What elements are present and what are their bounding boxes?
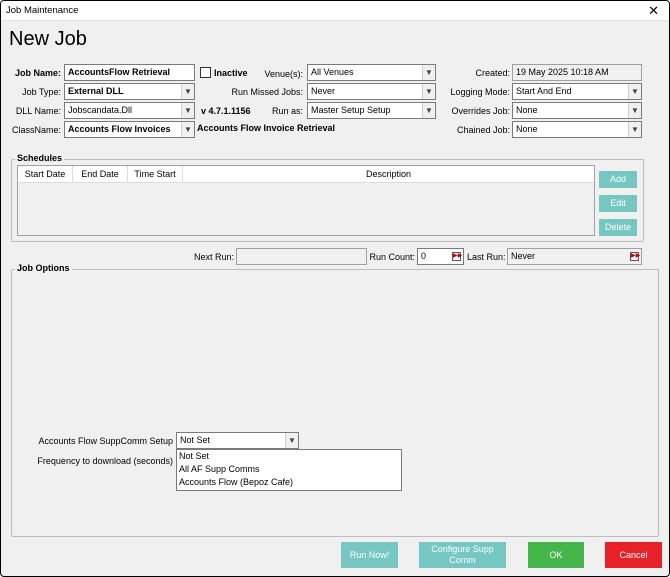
delete-schedule-button[interactable]: Delete [599, 219, 637, 236]
chained-job-value: None [516, 124, 538, 134]
suppcomm-setup-label: Accounts Flow SuppComm Setup [38, 436, 173, 446]
logging-mode-select[interactable]: Start And End ▼ [512, 83, 642, 100]
next-run-label: Next Run: [193, 252, 234, 262]
overrides-job-select[interactable]: None ▼ [512, 102, 642, 119]
chevron-down-icon[interactable]: ▼ [285, 433, 298, 448]
chevron-down-icon[interactable]: ▼ [181, 84, 194, 99]
class-name-select[interactable]: Accounts Flow Invoices ▼ [64, 121, 195, 138]
run-count-label: Run Count: [369, 252, 415, 262]
next-run-value [236, 248, 367, 265]
dll-name-label: DLL Name: [15, 106, 61, 116]
job-options-group [11, 269, 659, 537]
chevron-down-icon[interactable]: ▼ [628, 122, 641, 137]
run-missed-jobs-select[interactable]: Never ▼ [307, 83, 436, 100]
run-as-select[interactable]: Master Setup Setup ▼ [307, 102, 436, 119]
window-title: Job Maintenance [6, 5, 79, 16]
configure-supp-comm-button[interactable]: Configure Supp Comm [419, 542, 506, 568]
last-run-value: Never [511, 251, 536, 261]
run-count-input[interactable]: 0 ▶▶ [417, 248, 464, 265]
page-title: New Job [9, 28, 87, 50]
dll-name-select[interactable]: Jobscandata.Dll ▼ [64, 102, 195, 119]
job-maintenance-window: Job Maintenance ✕ New Job Job Name: Acco… [0, 0, 670, 577]
chevron-down-icon[interactable]: ▼ [422, 84, 435, 99]
job-options-title: Job Options [15, 263, 72, 273]
chevron-down-icon[interactable]: ▼ [181, 103, 194, 118]
column-header-description[interactable]: Description [183, 166, 594, 183]
logging-mode-label: Logging Mode: [450, 87, 510, 97]
chevron-down-icon[interactable]: ▼ [422, 103, 435, 118]
run-as-label: Run as: [271, 106, 303, 116]
inactive-label: Inactive [214, 68, 248, 78]
last-run-label: Last Run: [467, 252, 506, 262]
job-type-select[interactable]: External DLL ▼ [64, 83, 195, 100]
job-type-value: External DLL [68, 86, 124, 96]
column-header-start-date[interactable]: Start Date [18, 166, 73, 183]
cancel-button[interactable]: Cancel [605, 542, 662, 568]
add-schedule-button[interactable]: Add [599, 171, 637, 188]
version-label: v 4.7.1.1156 [201, 106, 251, 116]
run-count-value: 0 [421, 251, 427, 261]
class-description: Accounts Flow Invoice Retrieval [197, 123, 336, 133]
suppcomm-setup-select[interactable]: Not Set ▼ [176, 432, 299, 449]
chevron-down-icon[interactable]: ▼ [181, 122, 194, 137]
frequency-label: Frequency to download (seconds) [37, 456, 173, 466]
dropdown-option-not-set[interactable]: Not Set [177, 450, 401, 463]
close-icon[interactable]: ✕ [648, 3, 659, 19]
dropdown-option-all-af-supp-comms[interactable]: All AF Supp Comms [177, 463, 401, 476]
venues-label: Venue(s): [264, 69, 303, 79]
overrides-job-label: Overrides Job: [451, 106, 510, 116]
run-missed-jobs-label: Run Missed Jobs: [231, 87, 303, 97]
created-value: 19 May 2025 10:18 AM [512, 64, 642, 81]
class-name-value: Accounts Flow Invoices [68, 124, 171, 134]
job-type-label: Job Type: [22, 87, 61, 97]
schedules-grid[interactable]: Start Date End Date Time Start Descripti… [17, 165, 595, 236]
schedules-title: Schedules [15, 153, 65, 163]
chevron-down-icon[interactable]: ▼ [422, 65, 435, 80]
dll-name-value: Jobscandata.Dll [68, 105, 133, 115]
job-name-input[interactable]: AccountsFlow Retrieval [64, 64, 195, 81]
job-name-label: Job Name: [14, 68, 61, 78]
inactive-checkbox[interactable] [200, 67, 211, 78]
ok-button[interactable]: OK [528, 542, 584, 568]
chevron-down-icon[interactable]: ▼ [628, 103, 641, 118]
venues-select[interactable]: All Venues ▼ [307, 64, 436, 81]
run-as-value: Master Setup Setup [311, 105, 391, 115]
dropdown-option-accounts-flow-bepoz-cafe[interactable]: Accounts Flow (Bepoz Cafe) [177, 476, 401, 489]
chevron-down-icon[interactable]: ▼ [628, 84, 641, 99]
venues-value: All Venues [311, 67, 354, 77]
title-bar: Job Maintenance ✕ [1, 1, 669, 21]
overrides-job-value: None [516, 105, 538, 115]
chained-job-label: Chained Job: [456, 125, 510, 135]
column-header-end-date[interactable]: End Date [73, 166, 128, 183]
double-arrow-right-icon[interactable]: ▶▶ [452, 252, 462, 261]
suppcomm-dropdown-list[interactable]: Not Set All AF Supp Comms Accounts Flow … [176, 449, 402, 491]
created-label: Created: [475, 68, 510, 78]
chained-job-select[interactable]: None ▼ [512, 121, 642, 138]
suppcomm-setup-value: Not Set [180, 435, 211, 445]
double-arrow-right-icon[interactable]: ▶▶ [630, 252, 640, 261]
last-run-input: Never ▶▶ [507, 248, 642, 265]
run-missed-jobs-value: Never [311, 86, 336, 96]
column-header-time-start[interactable]: Time Start [128, 166, 183, 183]
class-name-label: ClassName: [11, 125, 61, 135]
edit-schedule-button[interactable]: Edit [599, 195, 637, 212]
logging-mode-value: Start And End [516, 86, 572, 96]
run-now-button[interactable]: Run Now! [341, 542, 398, 568]
